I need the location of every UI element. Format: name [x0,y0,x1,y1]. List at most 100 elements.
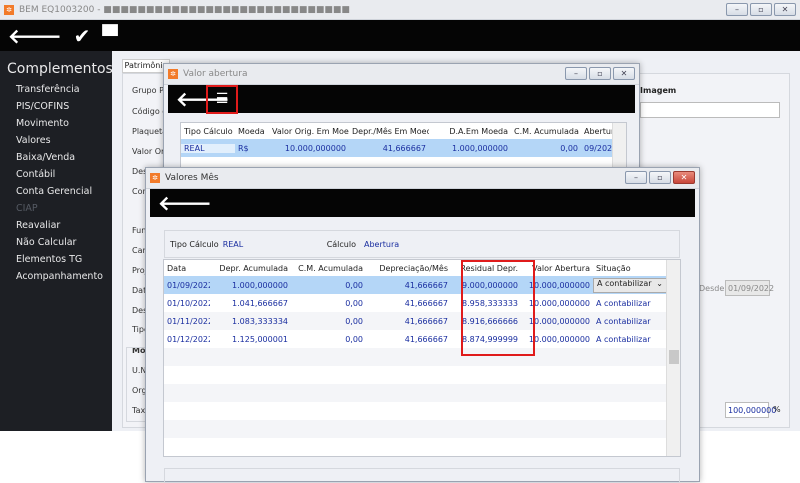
taxa-unit: % [773,405,781,414]
table-cell: 01/10/2022 [167,298,210,308]
table-cell: 41,666667 [404,298,448,308]
window-title: Valores Mês [165,173,219,183]
table-cell: 1.000,000000 [452,143,508,153]
residual-highlight-box [461,260,535,356]
table-cell: 01/12/2022 [167,334,210,344]
desde-input[interactable]: 01/09/2022 [725,280,774,296]
table-cell: 1.000,000000 [232,280,288,290]
grid-header: Data Depr. Acumulada C.M. Acumulada Depreci… [164,260,680,276]
sidebar: Complementos Transferência PIS/COFINS Movi… [0,51,113,431]
sidebar-item[interactable]: Conta Gerencial [0,183,112,200]
column-header[interactable]: D.A.Em Moeda [429,127,511,136]
scrollbar[interactable] [666,260,680,456]
table-cell: 0,00 [345,298,363,308]
info-panel: Tipo Cálculo REAL Cálculo Abertura [164,230,680,258]
maximize-button[interactable]: ▫ [649,171,671,184]
table-row[interactable]: REAL R$ 10.000,000000 41,666667 1.000,000000… [181,139,626,157]
sidebar-item[interactable]: Baixa/Venda [0,149,112,166]
table-cell: 1.083,333334 [232,316,288,326]
print-icon[interactable]: ▀ [102,26,117,46]
close-button[interactable]: ✕ [613,67,635,80]
sidebar-item[interactable]: Transferência [0,81,112,98]
calculo-value: Abertura [363,239,400,249]
table-cell: 0,00 [345,334,363,344]
column-header[interactable]: Data [164,264,210,273]
sidebar-item[interactable]: Valores [0,132,112,149]
empty-row[interactable] [164,438,680,456]
app-logo-icon: ✲ [4,4,14,15]
back-icon[interactable]: 🡐 [8,26,62,46]
empty-row[interactable] [164,420,680,438]
close-button[interactable]: ✕ [673,171,695,184]
window-title: Valor abertura [183,69,248,79]
table-cell: 01/11/2022 [167,316,210,326]
form-label: Valor Ori [132,147,167,156]
back-icon[interactable]: 🡐 [158,193,212,213]
app-logo-icon: ✲ [150,173,160,183]
sidebar-item: CIAP [16,203,38,214]
table-cell: 1.041,666667 [232,298,288,308]
imagem-label: Imagem [640,86,677,95]
column-header[interactable]: Moeda [235,127,269,136]
table-cell: 1.125,000001 [232,334,288,344]
valor-abertura-window: ✲ Valor abertura – ▫ ✕ 🡐 ☰ Tipo Cálculo Moe… [163,63,640,175]
minimize-button[interactable]: – [625,171,647,184]
column-header[interactable]: Situação [593,264,667,273]
valores-mes-grid: Data Depr. Acumulada C.M. Acumulada Depreci… [163,259,681,457]
sidebar-item[interactable]: Reavaliar [0,217,112,234]
desde-label: Desde [699,284,725,293]
column-header[interactable]: C.M. Acumulada [511,127,581,136]
check-icon[interactable]: ✔ [74,26,91,46]
column-header[interactable]: Depr. Acumulada [210,264,291,273]
column-header[interactable]: Valor Orig. Em Moeda [269,127,349,136]
sidebar-heading: Complementos [7,61,113,77]
valores-mes-window: ✲ Valores Mês – ▫ ✕ 🡐 Tipo Cálculo REAL Cá… [145,167,700,483]
main-toolbar: 🡐 ✔ ▀ [0,20,800,51]
table-cell: 01/09/2022 [167,280,210,290]
grid-header: Tipo CálculoMoedaValor Orig. Em MoedaDep… [181,123,626,139]
table-cell: R$ [238,143,249,153]
sidebar-item[interactable]: Elementos TG [0,251,112,268]
list-check-icon[interactable]: ☰ [206,85,238,114]
sidebar-item[interactable]: Não Calcular [0,234,112,251]
close-button[interactable]: ✕ [774,3,796,16]
minimize-button[interactable]: – [726,3,748,16]
empty-row[interactable] [164,402,680,420]
sidebar-item[interactable]: Contábil [0,166,112,183]
table-cell: 0,00 [560,143,578,153]
column-header[interactable]: Abertura [581,127,614,136]
empty-row[interactable] [164,384,680,402]
column-header[interactable]: Tipo Cálculo [181,127,235,136]
table-row[interactable]: 01/10/2022 1.041,666667 0,00 41,666667 8.958… [164,294,680,312]
dropdown-value: A contabilizar [597,278,652,288]
situacao-dropdown[interactable]: A contabilizar ⌄ [593,277,667,293]
table-row[interactable]: 01/11/2022 1.083,333334 0,00 41,666667 8.916… [164,312,680,330]
calculo-label: Cálculo [326,239,356,249]
form-label: Car [132,246,146,255]
table-cell: 41,666667 [382,143,426,153]
maximize-button[interactable]: ▫ [750,3,772,16]
sidebar-item[interactable]: Movimento [0,115,112,132]
table-row[interactable]: 01/12/2022 1.125,000001 0,00 41,666667 8.874… [164,330,680,348]
column-header[interactable]: Depr./Mês Em Moeda [349,127,429,136]
minimize-button[interactable]: – [565,67,587,80]
taxa-input[interactable]: 100,000000 [725,402,776,418]
empty-row[interactable] [164,348,680,366]
maximize-button[interactable]: ▫ [589,67,611,80]
imagem-input[interactable] [640,102,780,118]
tipo-calculo-label: Tipo Cálculo [170,239,219,249]
empty-row[interactable] [164,366,680,384]
table-cell: 41,666667 [404,316,448,326]
table-cell: A contabilizar [596,334,651,344]
column-header[interactable]: Depreciação/Mês [366,264,451,273]
sidebar-item[interactable]: PIS/COFINS [0,98,112,115]
table-cell: A contabilizar [596,298,651,308]
sidebar-item[interactable]: Acompanhamento [0,268,112,285]
table-row[interactable]: 01/09/2022 1.000,000000 0,00 41,666667 9.000… [164,276,680,294]
table-cell: 41,666667 [404,280,448,290]
app-logo-icon: ✲ [168,69,178,79]
valor-abertura-titlebar: ✲ Valor abertura – ▫ ✕ [164,64,639,85]
column-header[interactable]: C.M. Acumulada [291,264,366,273]
table-cell: 10.000,000000 [284,143,346,153]
chevron-down-icon: ⌄ [656,278,663,288]
